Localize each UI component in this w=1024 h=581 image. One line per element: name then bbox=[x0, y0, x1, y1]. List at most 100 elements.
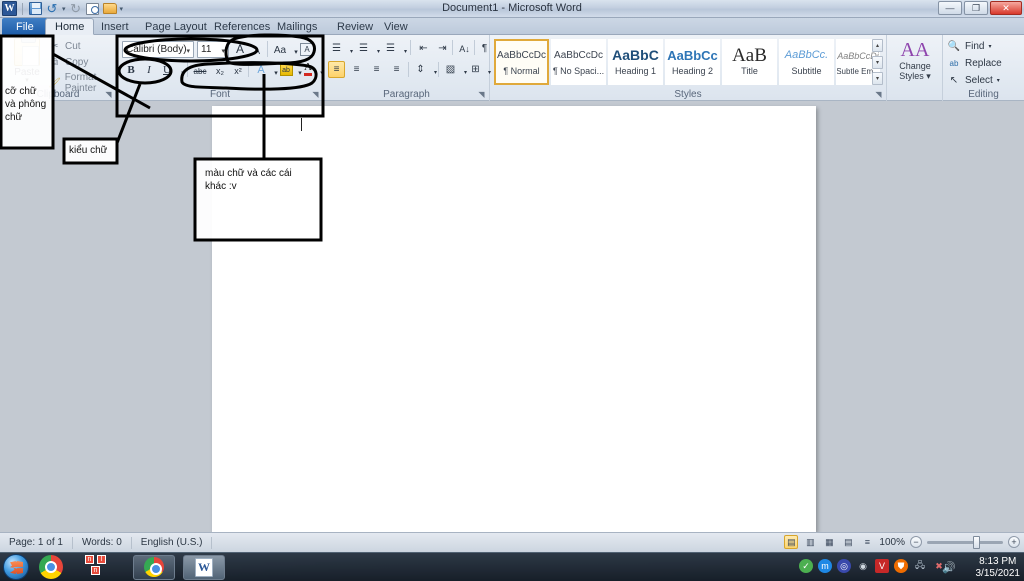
superscript-button[interactable]: x² bbox=[229, 62, 247, 80]
styles-dialog-launcher[interactable]: ◥ bbox=[874, 90, 883, 99]
paste-button[interactable]: Paste ▾ bbox=[6, 36, 48, 84]
font-size-input[interactable]: 11 ▾ bbox=[197, 41, 229, 58]
clock[interactable]: 8:13 PM 3/15/2021 bbox=[976, 556, 1021, 580]
replace-button[interactable]: ab Replace bbox=[947, 56, 1002, 70]
zoom-out-button[interactable]: − bbox=[910, 536, 922, 548]
font-name-input[interactable]: Calibri (Body) ▾ bbox=[122, 41, 194, 58]
tray-v-icon[interactable]: V bbox=[875, 559, 889, 573]
divider bbox=[474, 40, 475, 55]
find-caret-icon[interactable]: ▾ bbox=[988, 43, 991, 50]
subscript-button[interactable]: x₂ bbox=[211, 62, 229, 80]
outline-view-button[interactable]: ▤ bbox=[841, 535, 855, 549]
annotation-text-font-style: kiểu chữ bbox=[69, 145, 108, 156]
clear-formatting-icon[interactable]: A bbox=[298, 40, 316, 58]
tray-messenger-icon[interactable]: m bbox=[818, 559, 832, 573]
font-name-caret-icon[interactable]: ▾ bbox=[186, 47, 190, 55]
language-indicator[interactable]: English (U.S.) bbox=[132, 536, 213, 549]
restore-button[interactable]: ❐ bbox=[964, 1, 988, 15]
styles-more-icon[interactable]: ▾ bbox=[872, 72, 883, 85]
replace-label: Replace bbox=[965, 57, 1002, 69]
align-left-icon[interactable]: ≡ bbox=[328, 61, 345, 78]
styles-scroll-up-icon[interactable]: ▴ bbox=[872, 39, 883, 52]
bold-button[interactable]: B bbox=[122, 61, 140, 79]
ribbon: Paste ▾ ✂ Cut ⧉ Copy 🖌 Format Painter Cl… bbox=[0, 35, 1024, 101]
tab-file[interactable]: File bbox=[2, 18, 48, 35]
styles-gallery-scroll: ▴ ▾ ▾ bbox=[872, 39, 883, 85]
multilevel-caret-icon[interactable]: ▾ bbox=[397, 43, 414, 60]
cut-button[interactable]: ✂ Cut bbox=[48, 40, 80, 53]
full-screen-reading-view-button[interactable]: ▥ bbox=[803, 535, 817, 549]
style-subtitle[interactable]: AaBbCc. Subtitle bbox=[779, 39, 834, 85]
page-indicator[interactable]: Page: 1 of 1 bbox=[0, 536, 73, 549]
volume-icon[interactable]: 🔊 bbox=[942, 561, 956, 574]
tab-page-layout[interactable]: Page Layout bbox=[136, 18, 216, 35]
taskbar-word-window[interactable]: W bbox=[183, 554, 225, 580]
tray-browser-icon[interactable]: ◎ bbox=[837, 559, 851, 573]
font-size-caret-icon[interactable]: ▾ bbox=[221, 47, 225, 55]
start-button[interactable] bbox=[3, 554, 29, 580]
style-heading-2[interactable]: AaBbCc Heading 2 bbox=[665, 39, 720, 85]
find-button[interactable]: 🔍 Find ▾ bbox=[947, 39, 992, 53]
tray-eye-icon[interactable]: ◉ bbox=[856, 559, 870, 573]
increase-indent-icon[interactable]: ⇥ bbox=[434, 40, 451, 57]
style-preview: AaBbCcDc bbox=[554, 50, 603, 61]
minimize-button[interactable]: — bbox=[938, 1, 962, 15]
taskbar-chrome-window[interactable] bbox=[133, 554, 175, 580]
copy-icon: ⧉ bbox=[50, 57, 59, 68]
zoom-slider-thumb[interactable] bbox=[973, 535, 980, 549]
style-preview: AaBbCc. bbox=[784, 49, 829, 61]
zoom-slider[interactable] bbox=[927, 535, 1003, 549]
annotation-text-font-color: màu chữ và các cái khác :v bbox=[205, 168, 292, 192]
clipboard-dialog-launcher[interactable]: ◥ bbox=[104, 90, 113, 99]
style-heading-1[interactable]: AaBbC Heading 1 bbox=[608, 39, 663, 85]
align-center-icon[interactable]: ≡ bbox=[348, 61, 365, 78]
paragraph-dialog-launcher[interactable]: ◥ bbox=[477, 90, 486, 99]
group-label-editing: Editing bbox=[968, 89, 999, 100]
tab-home[interactable]: Home bbox=[45, 18, 95, 35]
underline-caret-icon[interactable]: ▾ bbox=[174, 64, 192, 82]
tab-mailings[interactable]: Mailings bbox=[268, 18, 326, 35]
text-cursor bbox=[301, 118, 302, 131]
select-button[interactable]: ↖ Select ▾ bbox=[947, 73, 1000, 87]
justify-icon[interactable]: ≡ bbox=[388, 61, 405, 78]
paste-caret-icon[interactable]: ▾ bbox=[6, 77, 48, 84]
change-styles-button[interactable]: AA Change Styles ▾ bbox=[892, 39, 938, 81]
italic-button[interactable]: I bbox=[140, 61, 158, 79]
select-label: Select bbox=[965, 74, 993, 86]
tab-view[interactable]: View bbox=[375, 18, 417, 35]
annotation-text-font-size: cỡ chữ và phông chữ bbox=[5, 86, 47, 123]
align-right-icon[interactable]: ≡ bbox=[368, 61, 385, 78]
group-label-paragraph: Paragraph bbox=[383, 89, 430, 100]
style-title[interactable]: AaB Title bbox=[722, 39, 777, 85]
close-button[interactable]: ✕ bbox=[990, 1, 1022, 15]
strikethrough-button[interactable]: abc bbox=[191, 62, 209, 80]
taskbar-chrome-icon[interactable] bbox=[39, 555, 63, 579]
copy-button[interactable]: ⧉ Copy bbox=[48, 56, 88, 69]
draft-view-button[interactable]: ≡ bbox=[860, 535, 874, 549]
shrink-font-icon[interactable]: A bbox=[248, 42, 266, 60]
copy-label: Copy bbox=[65, 57, 89, 68]
font-dialog-launcher[interactable]: ◥ bbox=[311, 90, 320, 99]
tab-review[interactable]: Review bbox=[328, 18, 382, 35]
document-area[interactable] bbox=[0, 101, 1024, 532]
word-count[interactable]: Words: 0 bbox=[73, 536, 132, 549]
style-no-spacing[interactable]: AaBbCcDc ¶ No Spaci... bbox=[551, 39, 606, 85]
decrease-indent-icon[interactable]: ⇤ bbox=[415, 40, 432, 57]
styles-scroll-down-icon[interactable]: ▾ bbox=[872, 55, 883, 69]
select-caret-icon[interactable]: ▾ bbox=[997, 77, 1000, 84]
print-layout-view-button[interactable]: ▤ bbox=[784, 535, 799, 549]
sort-icon[interactable]: A↓ bbox=[456, 40, 473, 57]
taskbar-unity-icon[interactable]: n l n bbox=[85, 555, 109, 579]
divider bbox=[438, 62, 439, 77]
zoom-in-button[interactable]: + bbox=[1008, 536, 1020, 548]
web-layout-view-button[interactable]: ▦ bbox=[822, 535, 836, 549]
tray-check-icon[interactable]: ✓ bbox=[799, 559, 813, 573]
group-change-styles: AA Change Styles ▾ bbox=[887, 35, 943, 101]
tray-shield-icon[interactable]: ⛊ bbox=[894, 559, 908, 573]
tab-insert[interactable]: Insert bbox=[92, 18, 138, 35]
font-name-value: Calibri (Body) bbox=[126, 44, 187, 55]
tray-network-icon[interactable]: 🖧 bbox=[913, 559, 927, 573]
zoom-level-label[interactable]: 100% bbox=[879, 537, 905, 548]
grow-font-icon[interactable]: A bbox=[231, 40, 249, 58]
style-normal[interactable]: AaBbCcDc ¶ Normal bbox=[494, 39, 549, 85]
